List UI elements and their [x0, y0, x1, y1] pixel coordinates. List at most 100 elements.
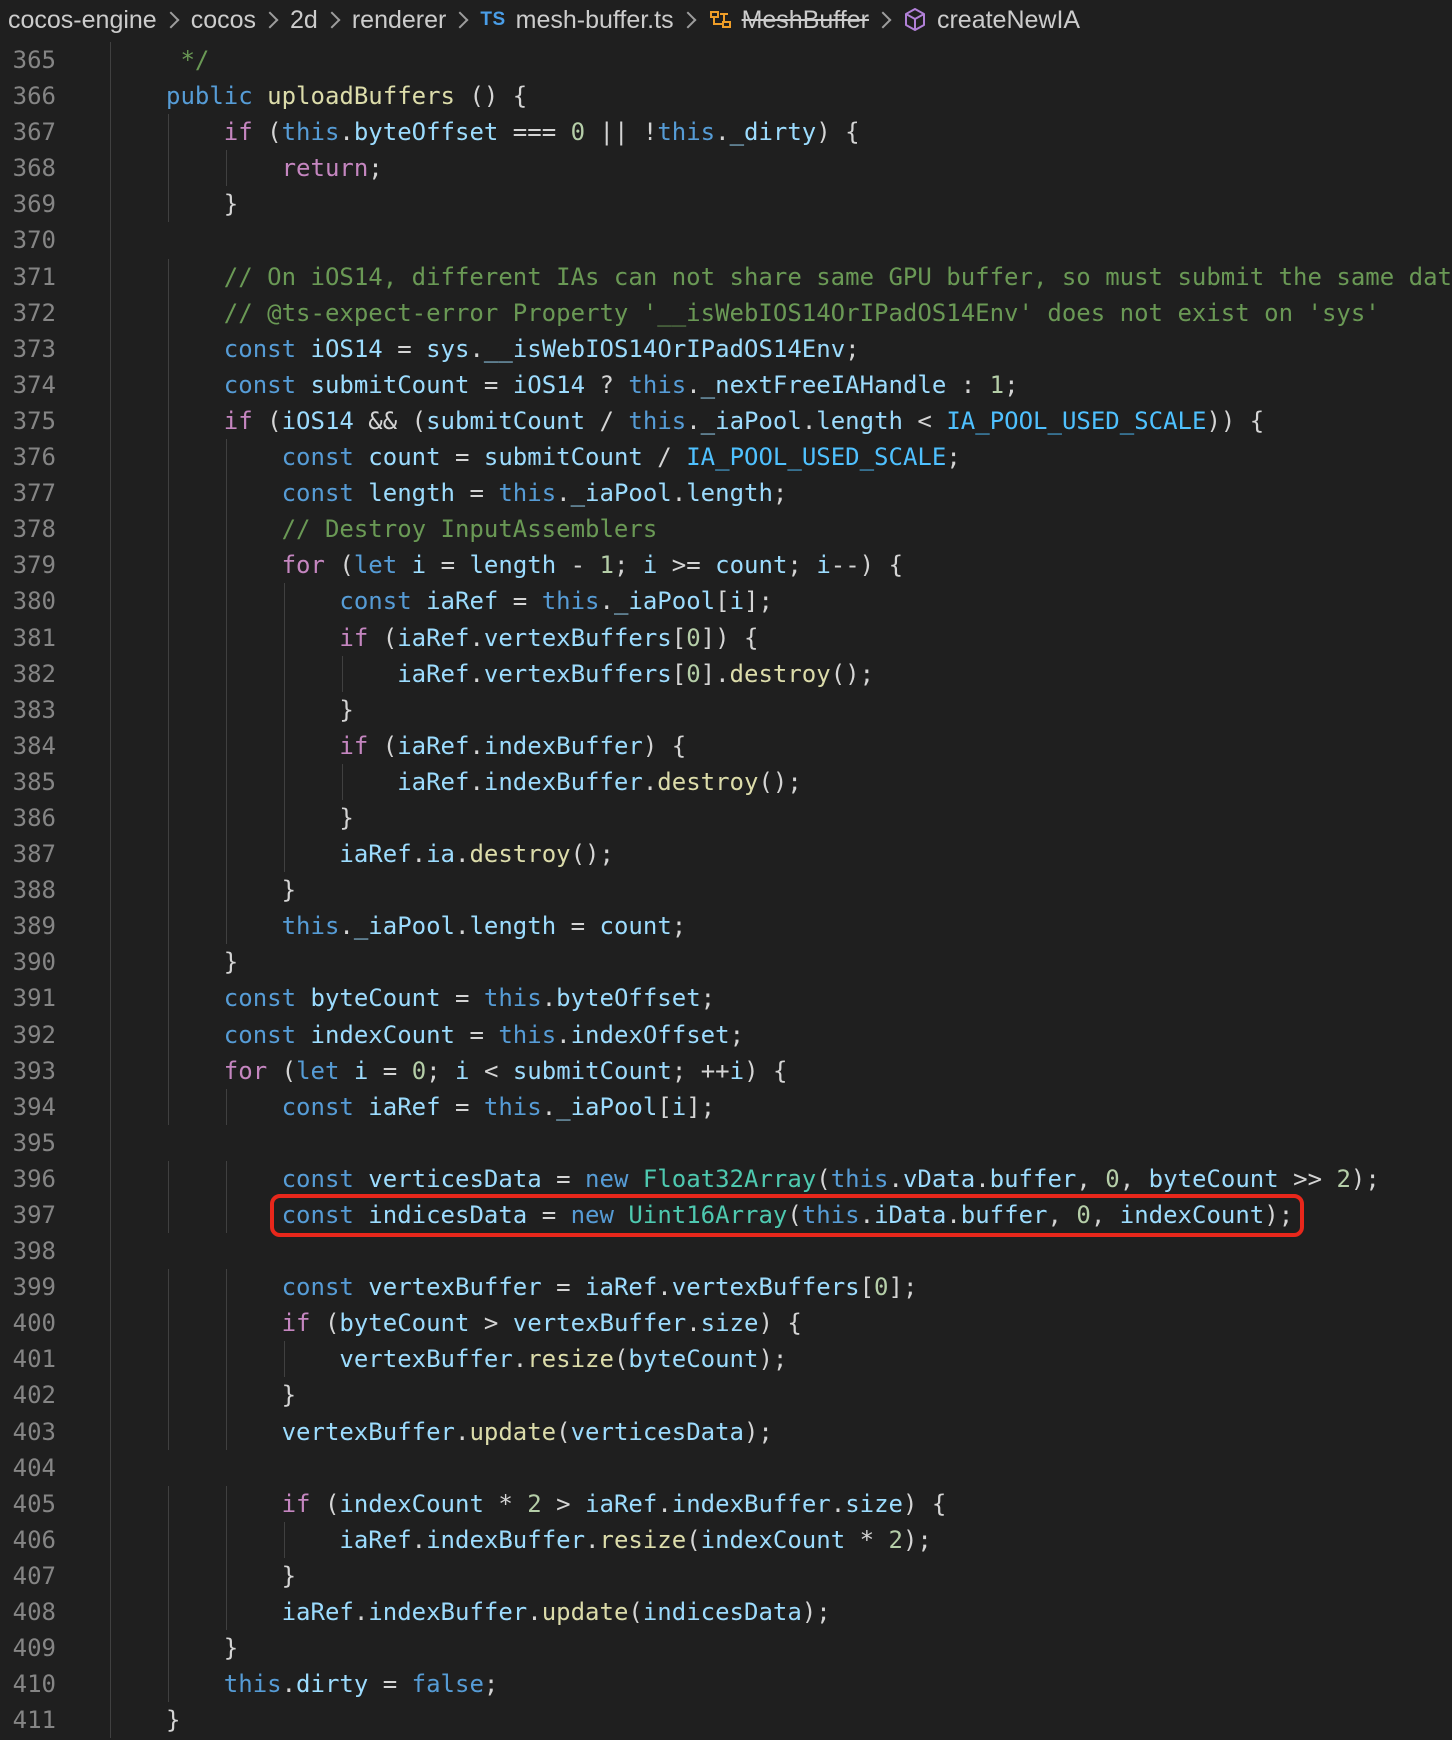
line-number[interactable]: 369: [0, 186, 56, 222]
code-text[interactable]: vertexBuffer.resize(byteCount);: [166, 1341, 787, 1377]
code-text[interactable]: */: [166, 42, 209, 78]
code-text[interactable]: const iaRef = this._iaPool[i];: [166, 1089, 716, 1125]
code-text[interactable]: for (let i = 0; i < submitCount; ++i) {: [166, 1053, 788, 1089]
code-line[interactable]: 397 const indicesData = new Uint16Array(…: [0, 1197, 1452, 1234]
code-line[interactable]: 395: [0, 1124, 1452, 1161]
code-text[interactable]: }: [166, 800, 353, 836]
line-number[interactable]: 406: [0, 1522, 56, 1558]
code-line[interactable]: 370: [0, 222, 1452, 259]
code-line[interactable]: 373 const iOS14 = sys.__isWebIOS14OrIPad…: [0, 330, 1452, 367]
line-number[interactable]: 407: [0, 1558, 56, 1594]
line-number[interactable]: 395: [0, 1125, 56, 1161]
line-number[interactable]: 383: [0, 692, 56, 728]
line-number[interactable]: 399: [0, 1269, 56, 1305]
line-number[interactable]: 394: [0, 1089, 56, 1125]
code-text[interactable]: }: [166, 1630, 238, 1666]
code-text[interactable]: // On iOS14, different IAs can not share…: [166, 259, 1452, 295]
line-number[interactable]: 390: [0, 944, 56, 980]
breadcrumb-item-renderer[interactable]: renderer: [352, 6, 447, 35]
breadcrumb-item-file[interactable]: mesh-buffer.ts: [516, 6, 674, 35]
code-text[interactable]: const indexCount = this.indexOffset;: [166, 1017, 744, 1053]
code-line[interactable]: 410 this.dirty = false;: [0, 1666, 1452, 1703]
code-line[interactable]: 408 iaRef.indexBuffer.update(indicesData…: [0, 1594, 1452, 1631]
code-text[interactable]: // @ts-expect-error Property '__isWebIOS…: [166, 295, 1380, 331]
code-text[interactable]: const verticesData = new Float32Array(th…: [166, 1161, 1380, 1197]
code-text[interactable]: if (iaRef.vertexBuffers[0]) {: [166, 620, 758, 656]
line-number[interactable]: 398: [0, 1233, 56, 1269]
line-number[interactable]: 372: [0, 295, 56, 331]
code-text[interactable]: iaRef.indexBuffer.update(indicesData);: [166, 1594, 831, 1630]
code-line[interactable]: 393 for (let i = 0; i < submitCount; ++i…: [0, 1052, 1452, 1089]
code-text[interactable]: const byteCount = this.byteOffset;: [166, 980, 715, 1016]
line-number[interactable]: 370: [0, 222, 56, 258]
line-number[interactable]: 381: [0, 620, 56, 656]
code-text[interactable]: if (iOS14 && (submitCount / this._iaPool…: [166, 403, 1264, 439]
code-line[interactable]: 409 }: [0, 1630, 1452, 1667]
line-number[interactable]: 392: [0, 1017, 56, 1053]
line-number[interactable]: 384: [0, 728, 56, 764]
code-line[interactable]: 384 if (iaRef.indexBuffer) {: [0, 727, 1452, 764]
code-line[interactable]: 401 vertexBuffer.resize(byteCount);: [0, 1341, 1452, 1378]
code-text[interactable]: iaRef.indexBuffer.destroy();: [166, 764, 802, 800]
code-line[interactable]: 392 const indexCount = this.indexOffset;: [0, 1016, 1452, 1053]
line-number[interactable]: 387: [0, 836, 56, 872]
line-number[interactable]: 403: [0, 1414, 56, 1450]
code-text[interactable]: const count = submitCount / IA_POOL_USED…: [166, 439, 961, 475]
code-text[interactable]: const length = this._iaPool.length;: [166, 475, 788, 511]
line-number[interactable]: 374: [0, 367, 56, 403]
code-line[interactable]: 394 const iaRef = this._iaPool[i];: [0, 1088, 1452, 1125]
code-text[interactable]: this.dirty = false;: [166, 1666, 499, 1702]
line-number[interactable]: 404: [0, 1450, 56, 1486]
code-text[interactable]: if (byteCount > vertexBuffer.size) {: [166, 1305, 802, 1341]
breadcrumb-item-class[interactable]: MeshBuffer: [742, 6, 869, 35]
code-line[interactable]: 378 // Destroy InputAssemblers: [0, 511, 1452, 548]
code-line[interactable]: 396 const verticesData = new Float32Arra…: [0, 1160, 1452, 1197]
code-text[interactable]: vertexBuffer.update(verticesData);: [166, 1414, 773, 1450]
code-text[interactable]: const iaRef = this._iaPool[i];: [166, 583, 773, 619]
line-number[interactable]: 410: [0, 1666, 56, 1702]
line-number[interactable]: 409: [0, 1630, 56, 1666]
line-number[interactable]: 377: [0, 475, 56, 511]
code-line[interactable]: 407 }: [0, 1557, 1452, 1595]
code-text[interactable]: }: [166, 944, 238, 980]
code-text[interactable]: if (iaRef.indexBuffer) {: [166, 728, 686, 764]
code-text[interactable]: if (this.byteOffset === 0 || !this._dirt…: [166, 114, 860, 150]
code-line[interactable]: 405 if (indexCount * 2 > iaRef.indexBuff…: [0, 1485, 1452, 1522]
code-line[interactable]: 375 if (iOS14 && (submitCount / this._ia…: [0, 402, 1452, 440]
code-line[interactable]: 372 // @ts-expect-error Property '__isWe…: [0, 294, 1452, 331]
code-line[interactable]: 366 public uploadBuffers () {: [0, 78, 1452, 115]
line-number[interactable]: 389: [0, 908, 56, 944]
line-number[interactable]: 371: [0, 259, 56, 295]
code-text[interactable]: }: [166, 692, 353, 728]
line-number[interactable]: 368: [0, 150, 56, 186]
code-line[interactable]: 406 iaRef.indexBuffer.resize(indexCount …: [0, 1521, 1452, 1558]
line-number[interactable]: 367: [0, 114, 56, 150]
code-text[interactable]: }: [166, 186, 238, 222]
code-text[interactable]: }: [166, 1377, 296, 1413]
code-line[interactable]: 402 }: [0, 1377, 1452, 1414]
line-number[interactable]: 396: [0, 1161, 56, 1197]
line-number[interactable]: 408: [0, 1594, 56, 1630]
code-line[interactable]: 380 const iaRef = this._iaPool[i];: [0, 583, 1452, 620]
line-number[interactable]: 401: [0, 1341, 56, 1377]
code-text[interactable]: if (indexCount * 2 > iaRef.indexBuffer.s…: [166, 1486, 947, 1522]
code-text[interactable]: iaRef.ia.destroy();: [166, 836, 614, 872]
line-number[interactable]: 380: [0, 583, 56, 619]
code-line[interactable]: 399 const vertexBuffer = iaRef.vertexBuf…: [0, 1269, 1452, 1306]
code-text[interactable]: const vertexBuffer = iaRef.vertexBuffers…: [166, 1269, 918, 1305]
line-number[interactable]: 402: [0, 1377, 56, 1413]
code-line[interactable]: 383 }: [0, 691, 1452, 728]
line-number[interactable]: 373: [0, 331, 56, 367]
code-area[interactable]: 365 */366 public uploadBuffers () {367 if…: [0, 42, 1452, 1739]
code-text[interactable]: public uploadBuffers () {: [166, 78, 527, 114]
line-number[interactable]: 388: [0, 872, 56, 908]
line-number[interactable]: 397: [0, 1197, 56, 1233]
breadcrumb-item-2d[interactable]: 2d: [290, 6, 318, 35]
line-number[interactable]: 366: [0, 78, 56, 114]
code-text[interactable]: }: [166, 1558, 296, 1594]
code-line[interactable]: 382 iaRef.vertexBuffers[0].destroy();: [0, 655, 1452, 692]
code-text[interactable]: const submitCount = iOS14 ? this._nextFr…: [166, 367, 1019, 403]
code-text[interactable]: iaRef.indexBuffer.resize(indexCount * 2)…: [166, 1522, 931, 1558]
code-text[interactable]: this._iaPool.length = count;: [166, 908, 687, 944]
code-text[interactable]: iaRef.vertexBuffers[0].destroy();: [166, 656, 874, 692]
